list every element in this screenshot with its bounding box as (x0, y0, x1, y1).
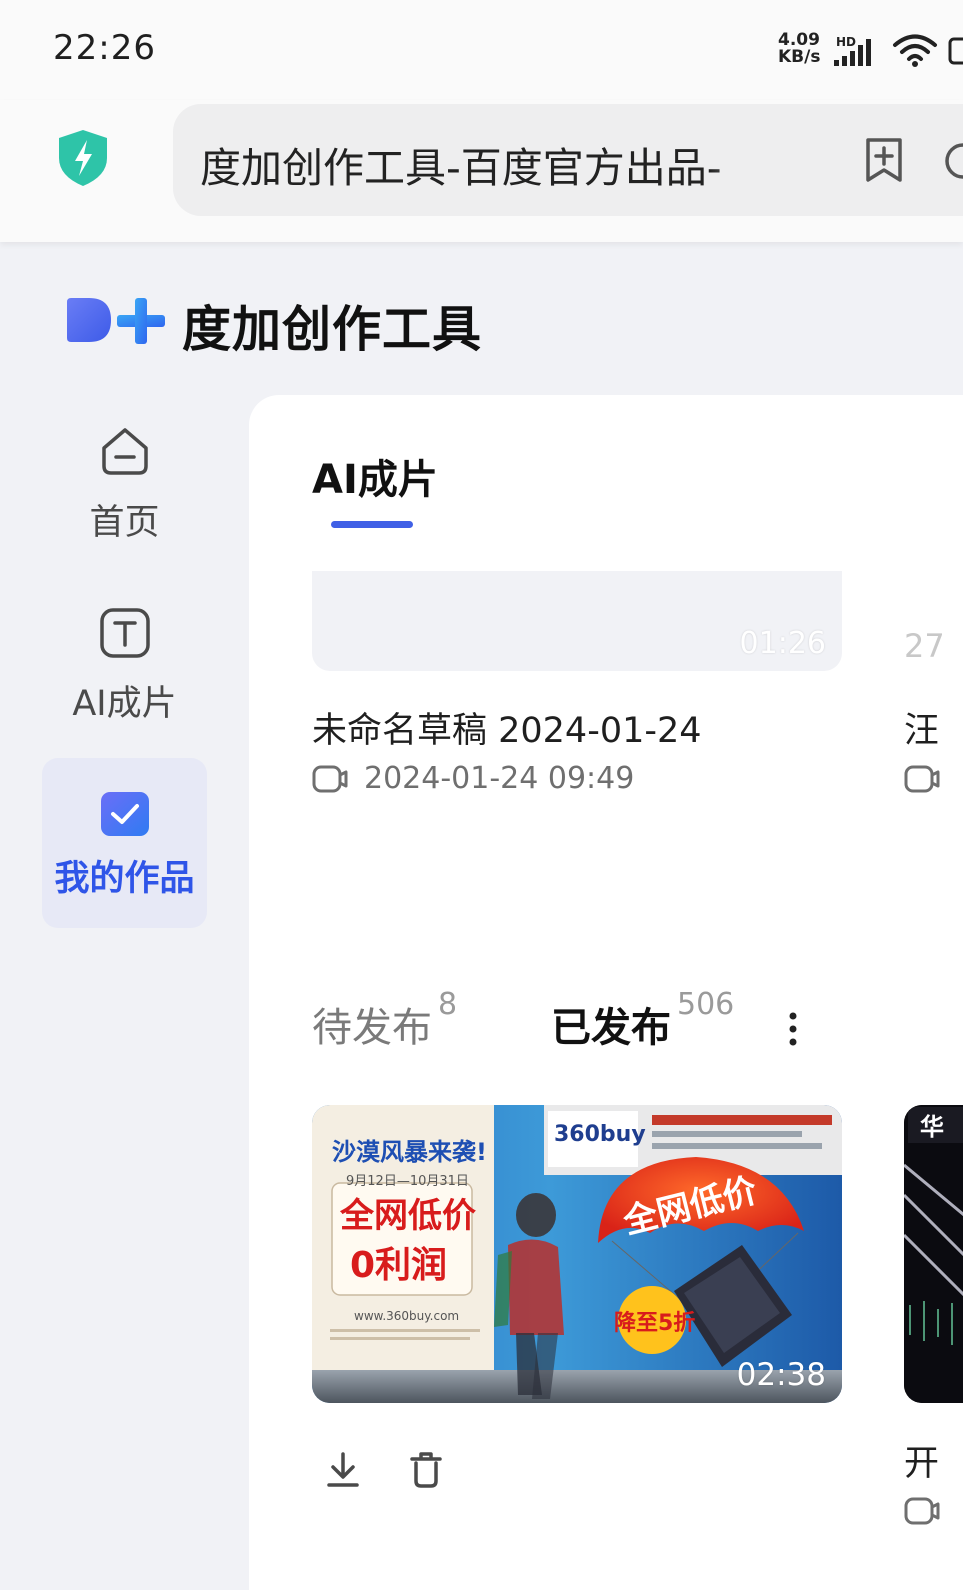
tab-pending-count: 8 (438, 987, 458, 1022)
download-icon[interactable] (324, 1450, 362, 1490)
next-video-poster-image: 华 (904, 1105, 963, 1403)
text-t-icon (100, 608, 150, 658)
draft-date: 2024-01-24 09:49 (364, 761, 635, 796)
tab-pending-label: 待发布 (312, 1005, 432, 1051)
video-thumbnail[interactable]: 沙漠风暴来袭! 9月12日—10月31日 全网低价 0利润 www.360buy… (312, 1105, 842, 1403)
sidebar-item-home[interactable]: 首页 (42, 426, 207, 596)
page-title-url[interactable]: 度加创作工具-百度官方出品- (200, 134, 780, 194)
poster-headline: 沙漠风暴来袭! (332, 1138, 487, 1166)
draft-title[interactable]: 未命名草稿 2024-01-24 (312, 702, 702, 753)
address-bar[interactable]: 度加创作工具-百度官方出品- (173, 104, 963, 216)
security-shield-icon[interactable] (56, 128, 110, 188)
brand-name: 度加创作工具 (182, 301, 483, 358)
main-content-panel: AI成片 01:26 未命名草稿 2024-01-24 2024-01-24 0… (249, 395, 963, 1590)
battery-icon (948, 37, 963, 65)
draft-thumbnail[interactable]: 01:26 (312, 571, 842, 671)
status-bar: 22:26 4.09 KB/s HD (0, 0, 963, 100)
next-video-poster-fragment: 华 (920, 1113, 944, 1141)
next-draft-title-peek[interactable]: 汪 (904, 702, 963, 753)
video-camera-icon (904, 1497, 940, 1525)
tab-published-count: 506 (677, 987, 735, 1022)
check-box-icon (101, 792, 149, 836)
tab-active-indicator (331, 521, 413, 528)
tab-ai-video[interactable]: AI成片 (312, 447, 438, 505)
next-draft-duration-peek: 27 (904, 627, 945, 665)
badge-text: 降至5折 (614, 1311, 695, 1336)
poster-line1: 全网低价 (339, 1196, 476, 1236)
next-video-title-peek[interactable]: 开 (904, 1435, 963, 1486)
video-camera-icon (904, 765, 940, 793)
browser-address-area: 度加创作工具-百度官方出品- (0, 100, 963, 242)
network-badge: HD (836, 35, 856, 49)
draft-meta: 2024-01-24 09:49 (312, 761, 634, 796)
tab-pending[interactable]: 待发布8 (312, 987, 457, 1053)
sidebar-item-my-works[interactable]: 我的作品 (42, 758, 207, 928)
brand-mark-icon (67, 298, 165, 344)
sidebar-item-label: AI成片 (72, 684, 177, 724)
network-speed-unit: KB/s (778, 47, 821, 67)
network-speed: 4.09 KB/s (778, 32, 828, 66)
wifi-icon (893, 34, 937, 67)
video-duration: 02:38 (736, 1357, 826, 1393)
tab-published[interactable]: 已发布506 (551, 987, 734, 1053)
poster-line2: 0利润 (350, 1245, 447, 1286)
sidebar-item-label: 我的作品 (54, 859, 195, 899)
sidebar-item-ai-video[interactable]: AI成片 (42, 607, 207, 777)
draft-duration: 01:26 (739, 626, 826, 661)
sidebar-item-label: 首页 (89, 503, 160, 543)
poster-dates: 9月12日—10月31日 (346, 1174, 469, 1189)
home-icon (102, 428, 148, 475)
tab-published-label: 已发布 (551, 1005, 671, 1051)
poster-url: www.360buy.com (354, 1309, 459, 1323)
add-bookmark-icon[interactable] (863, 136, 905, 184)
menu-circle-icon[interactable] (941, 140, 963, 182)
cellular-signal-icon: HD (834, 35, 871, 66)
billboard-logo: 360buy (554, 1122, 646, 1147)
video-camera-icon (312, 765, 348, 792)
delete-icon[interactable] (407, 1450, 445, 1490)
more-options-icon[interactable] (786, 1010, 800, 1050)
status-time: 22:26 (53, 28, 156, 68)
next-video-thumbnail-peek[interactable]: 华 (904, 1105, 963, 1403)
